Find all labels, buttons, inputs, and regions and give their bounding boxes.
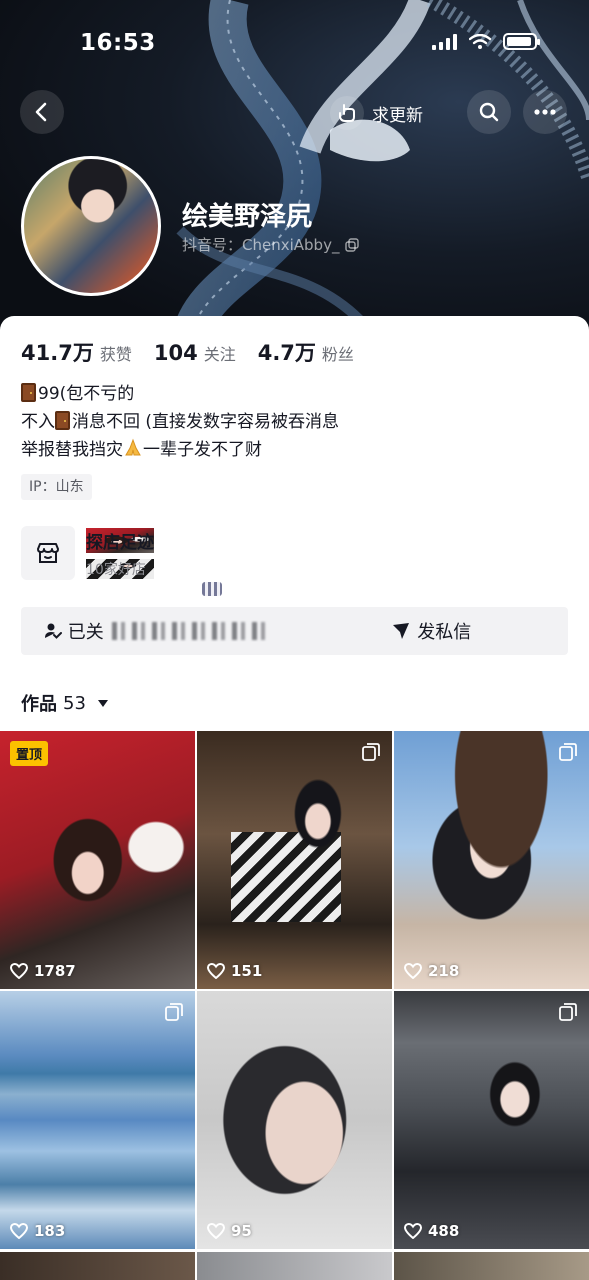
heart-icon [404, 1223, 422, 1239]
bio-line-1: 99(包不亏的 [21, 380, 339, 408]
more-icon [534, 109, 556, 115]
censored-text [111, 622, 272, 640]
video-tile-partial[interactable] [0, 1252, 195, 1280]
bio-line-2-text-a: 不入 [21, 412, 55, 432]
douyin-id[interactable]: 抖音号：ChenxiAbby_ [182, 234, 360, 255]
heart-icon [404, 963, 422, 979]
stat-followers-label: 粉丝 [321, 345, 354, 364]
stat-following-value: 104 [153, 341, 198, 365]
works-label: 作品 [21, 694, 57, 715]
shop-title: 探店足迹 [86, 527, 154, 553]
works-tab[interactable]: 作品 53 [21, 690, 108, 716]
bio-line-3-text-a: 举报替我挡灾 [21, 440, 123, 460]
request-update-button[interactable]: 求更新 [330, 96, 423, 130]
shop-subtitle: 10家好店 [86, 558, 154, 579]
bio-line-1-text: 99(包不亏的 [38, 384, 135, 404]
video-likes: 488 [404, 1222, 459, 1240]
video-likes: 1787 [10, 962, 76, 980]
heart-icon [10, 1223, 28, 1239]
douyin-id-text: 抖音号：ChenxiAbby_ [182, 236, 340, 254]
multi-image-icon [165, 1003, 183, 1021]
stat-following-label: 关注 [203, 345, 236, 364]
user-check-icon [44, 623, 62, 639]
search-icon [479, 102, 499, 122]
send-message-button[interactable]: 发私信 [295, 618, 569, 644]
request-update-label: 求更新 [372, 105, 423, 126]
video-likes: 183 [10, 1222, 65, 1240]
video-tile[interactable]: 置顶 1787 [0, 731, 195, 989]
more-button[interactable] [523, 90, 567, 134]
avatar[interactable] [21, 156, 161, 296]
video-likes-count: 488 [428, 1222, 460, 1240]
profile-nickname: 绘美野泽尻 [182, 202, 313, 232]
shop-visits[interactable]: 探店足迹 10家好店 [21, 526, 154, 580]
bio-line-3: 举报替我挡灾 一辈子发不了财 [21, 436, 339, 464]
stat-followers[interactable]: 4.7万 粉丝 [258, 337, 354, 367]
heart-icon [10, 963, 28, 979]
door-emoji-icon [21, 383, 36, 402]
profile-stats: 41.7万 获赞 104 关注 4.7万 粉丝 [21, 337, 376, 367]
bio-line-2: 不入 消息不回 (直接发数字容易被吞消息 [21, 408, 339, 436]
multi-image-icon [559, 743, 577, 761]
multi-image-icon [559, 1003, 577, 1021]
back-button[interactable] [20, 90, 64, 134]
send-icon [393, 623, 410, 639]
video-grid: 置顶 1787 151 218 183 95 488 [0, 731, 589, 1280]
caret-down-icon [97, 699, 108, 707]
battery-icon [503, 33, 540, 50]
profile-actions: 已关 发私信 [21, 607, 568, 655]
video-likes-count: 95 [231, 1222, 252, 1240]
ip-location-tag: IP：山东 [21, 474, 92, 500]
multi-image-icon [362, 743, 380, 761]
chevron-left-icon [35, 102, 47, 122]
pinned-badge: 置顶 [10, 741, 49, 766]
bio-line-3-text-b: 一辈子发不了财 [143, 440, 262, 460]
video-tile[interactable]: 183 [0, 991, 195, 1249]
status-icons [432, 33, 540, 50]
search-button[interactable] [467, 90, 511, 134]
followed-button[interactable]: 已关 [21, 618, 295, 644]
door-emoji-icon [55, 411, 70, 430]
heart-icon [207, 1223, 225, 1239]
video-tile[interactable]: 151 [197, 731, 392, 989]
praying-hands-icon [125, 438, 141, 456]
send-message-label: 发私信 [417, 622, 472, 643]
copy-icon[interactable] [345, 237, 360, 252]
stat-likes-value: 41.7万 [21, 341, 94, 365]
signal-icon [432, 33, 457, 50]
video-tile-partial[interactable] [394, 1252, 589, 1280]
video-likes-count: 218 [428, 962, 460, 980]
followed-label: 已关 [67, 622, 104, 643]
video-likes-count: 183 [34, 1222, 66, 1240]
finger-point-icon [330, 96, 364, 130]
shop-icon [21, 526, 75, 580]
video-tile[interactable]: 218 [394, 731, 589, 989]
video-likes: 218 [404, 962, 459, 980]
stat-following[interactable]: 104 关注 [154, 341, 236, 365]
video-likes-count: 151 [231, 962, 263, 980]
profile-bio: 99(包不亏的 不入 消息不回 (直接发数字容易被吞消息 举报替我挡灾 一辈子发不… [21, 380, 339, 464]
video-tile[interactable]: 488 [394, 991, 589, 1249]
video-tile[interactable]: 95 [197, 991, 392, 1249]
works-count: 53 [63, 692, 86, 714]
video-likes-count: 1787 [34, 962, 76, 980]
stat-likes[interactable]: 41.7万 获赞 [21, 337, 132, 367]
status-time: 16:53 [80, 30, 156, 56]
video-likes: 151 [207, 962, 262, 980]
video-likes: 95 [207, 1222, 252, 1240]
profile-banner: 16:53 求更新 绘美野泽尻 抖音号：ChenxiAbby_ [0, 0, 589, 340]
bio-line-2-text-b: 消息不回 (直接发数字容易被吞消息 [72, 412, 340, 432]
stat-followers-value: 4.7万 [257, 341, 316, 365]
stat-likes-label: 获赞 [99, 345, 132, 364]
video-tile-partial[interactable] [197, 1252, 392, 1280]
censored-overlay [202, 582, 222, 596]
wifi-icon [469, 33, 491, 49]
heart-icon [207, 963, 225, 979]
